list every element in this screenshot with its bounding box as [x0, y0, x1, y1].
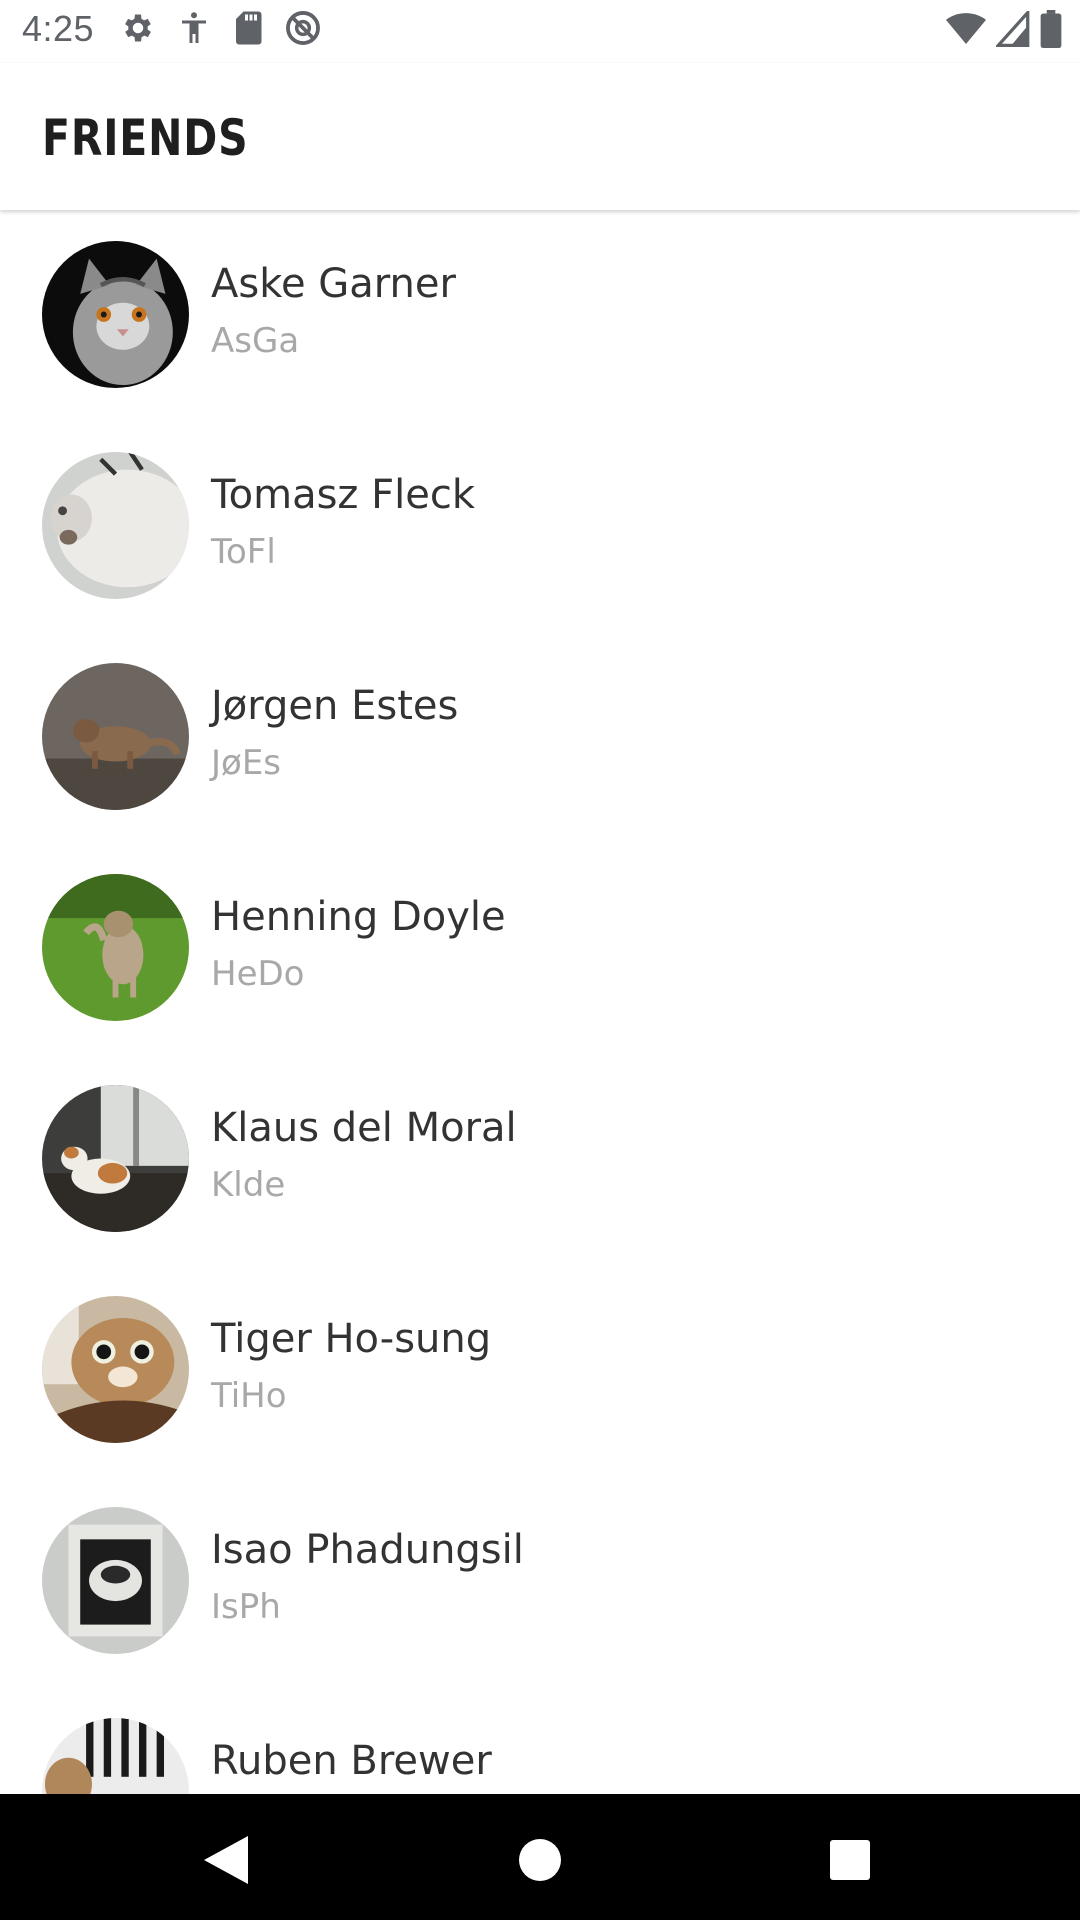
- list-item[interactable]: Isao Phadungsil IsPh: [0, 1477, 1080, 1688]
- friend-name: Henning Doyle: [211, 894, 506, 940]
- avatar: [42, 452, 189, 599]
- list-item[interactable]: Tomasz Fleck ToFl: [0, 422, 1080, 633]
- friend-name: Tomasz Fleck: [211, 472, 476, 518]
- list-item[interactable]: Ruben Brewer: [0, 1688, 1080, 1794]
- status-left-icons: [120, 9, 322, 47]
- friend-name: Aske Garner: [211, 261, 456, 307]
- wifi-icon: [946, 13, 986, 44]
- accessibility-icon: [182, 12, 206, 43]
- friend-name: Tiger Ho-sung: [211, 1316, 492, 1362]
- battery-icon: [1040, 10, 1062, 48]
- app-bar: FRIENDS: [0, 63, 1080, 210]
- friend-handle: IsPh: [211, 1587, 281, 1627]
- gear-icon: [125, 14, 151, 42]
- avatar: [42, 1085, 189, 1232]
- friend-name: Ruben Brewer: [211, 1738, 492, 1784]
- no-disturb-icon: [286, 11, 320, 45]
- recents-button[interactable]: [820, 1830, 880, 1890]
- back-icon: [204, 1836, 248, 1884]
- avatar: [42, 1296, 189, 1443]
- friend-handle: ToFl: [211, 532, 276, 572]
- status-bar: 4:25: [0, 0, 1080, 63]
- back-button[interactable]: [196, 1830, 256, 1890]
- list-item[interactable]: Tiger Ho-sung TiHo: [0, 1266, 1080, 1477]
- friend-handle: AsGa: [211, 321, 300, 361]
- friend-name: Isao Phadungsil: [211, 1527, 524, 1573]
- status-right-icons: [946, 10, 1062, 48]
- avatar: [42, 241, 189, 388]
- avatar: [42, 874, 189, 1021]
- avatar: [42, 1507, 189, 1654]
- list-item[interactable]: Henning Doyle HeDo: [0, 844, 1080, 1055]
- list-item[interactable]: Jørgen Estes JøEs: [0, 633, 1080, 844]
- sd-card-icon: [236, 11, 262, 45]
- list-item[interactable]: Klaus del Moral Klde: [0, 1055, 1080, 1266]
- friend-handle: HeDo: [211, 954, 305, 994]
- avatar: [42, 663, 189, 810]
- friend-name: Jørgen Estes: [211, 683, 459, 729]
- home-icon: [519, 1839, 561, 1881]
- home-button[interactable]: [510, 1830, 570, 1890]
- friend-handle: TiHo: [211, 1376, 287, 1416]
- cell-signal-icon: [996, 11, 1030, 47]
- friend-handle: Klde: [211, 1165, 286, 1205]
- friends-screen: 4:25 FRIENDS Aske Garner AsGa Tomasz Fle…: [0, 0, 1080, 1920]
- status-time: 4:25: [22, 8, 95, 49]
- list-item[interactable]: Aske Garner AsGa: [0, 211, 1080, 422]
- recents-icon: [830, 1840, 870, 1880]
- nav-bar: [0, 1794, 1080, 1920]
- friend-handle: JøEs: [211, 743, 282, 783]
- page-title: FRIENDS: [42, 109, 249, 167]
- friend-name: Klaus del Moral: [211, 1105, 517, 1151]
- friends-list[interactable]: Aske Garner AsGa Tomasz Fleck ToFl Jørge…: [0, 211, 1080, 1794]
- avatar: [42, 1718, 189, 1794]
